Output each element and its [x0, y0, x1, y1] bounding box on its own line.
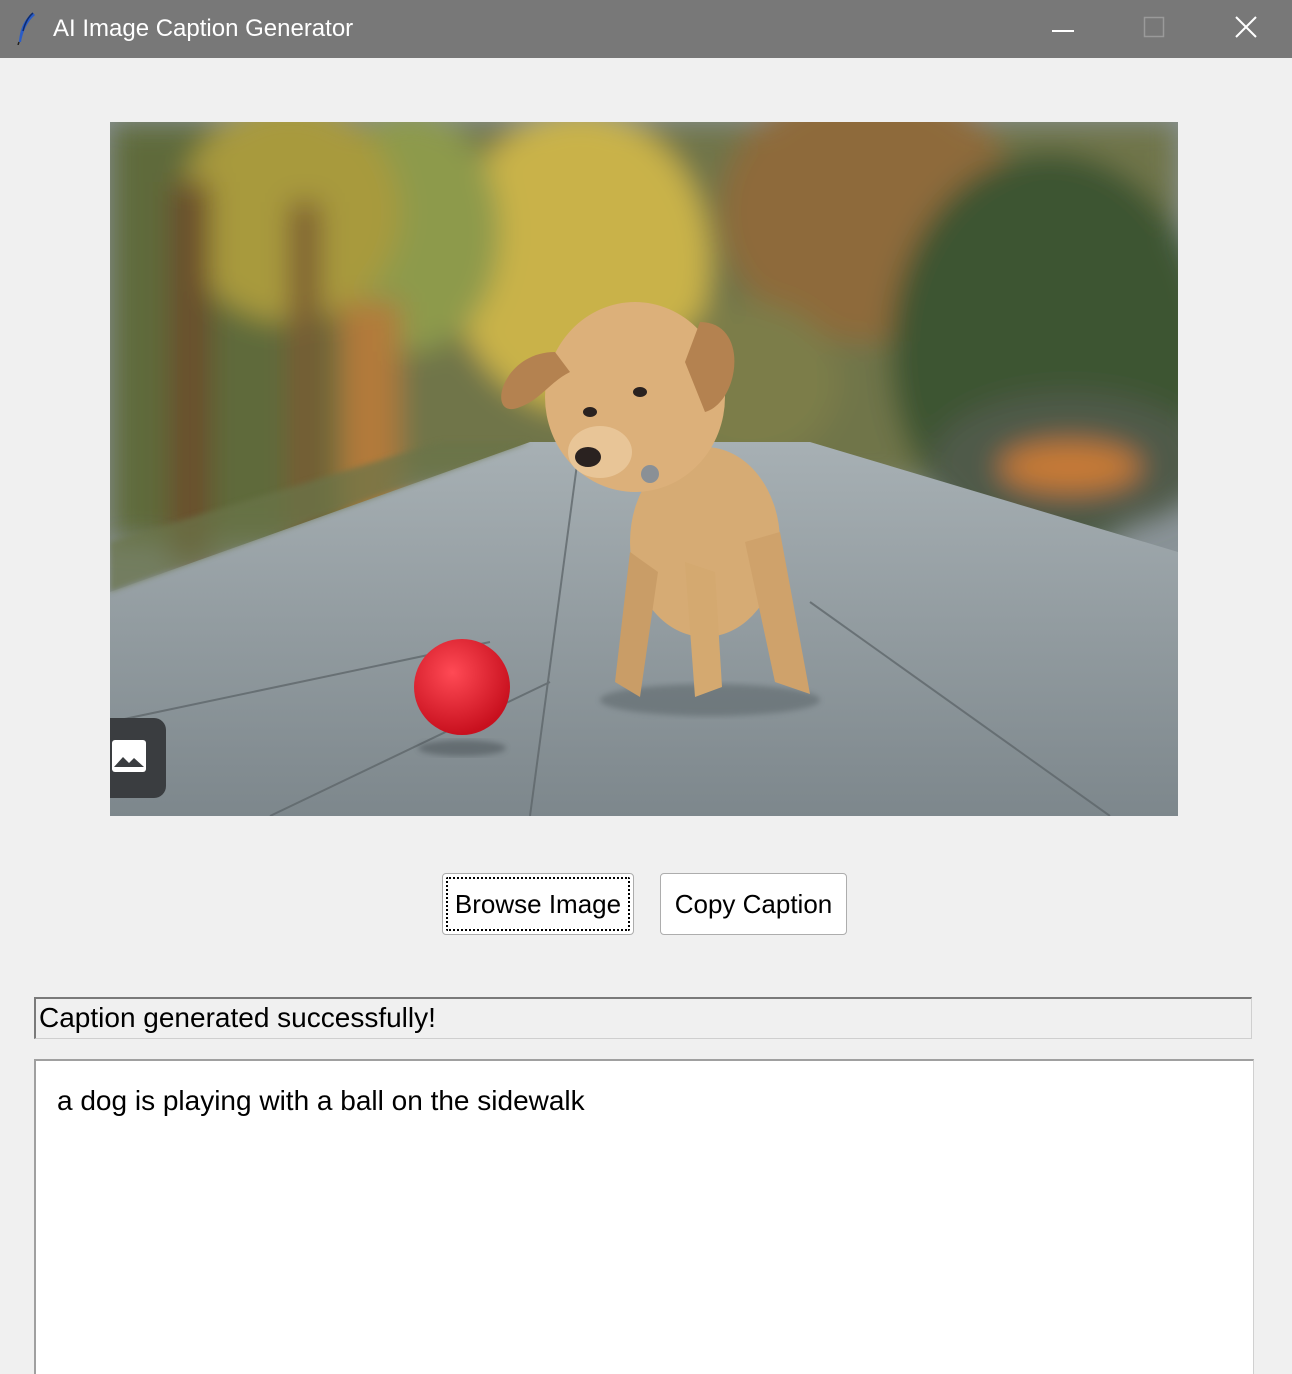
status-label: Caption generated successfully!	[34, 997, 1252, 1039]
copy-caption-button[interactable]: Copy Caption	[660, 873, 847, 935]
minimize-icon	[1051, 20, 1075, 38]
close-button[interactable]	[1200, 0, 1292, 58]
close-icon	[1234, 15, 1258, 44]
caption-text: a dog is playing with a ball on the side…	[57, 1085, 585, 1116]
image-badge[interactable]	[110, 718, 166, 798]
minimize-button[interactable]	[1017, 0, 1109, 58]
maximize-icon	[1143, 16, 1165, 43]
browse-image-button[interactable]: Browse Image	[442, 873, 634, 935]
copy-caption-label: Copy Caption	[674, 888, 833, 919]
image-preview	[110, 122, 1178, 816]
maximize-button[interactable]	[1108, 0, 1200, 58]
caption-textbox[interactable]: a dog is playing with a ball on the side…	[34, 1059, 1254, 1374]
focus-ring	[446, 877, 630, 931]
window-title: AI Image Caption Generator	[53, 15, 354, 42]
image-icon	[112, 738, 148, 779]
feather-icon	[14, 11, 38, 46]
dog-photo	[110, 122, 1178, 816]
title-bar: AI Image Caption Generator	[0, 0, 1292, 58]
